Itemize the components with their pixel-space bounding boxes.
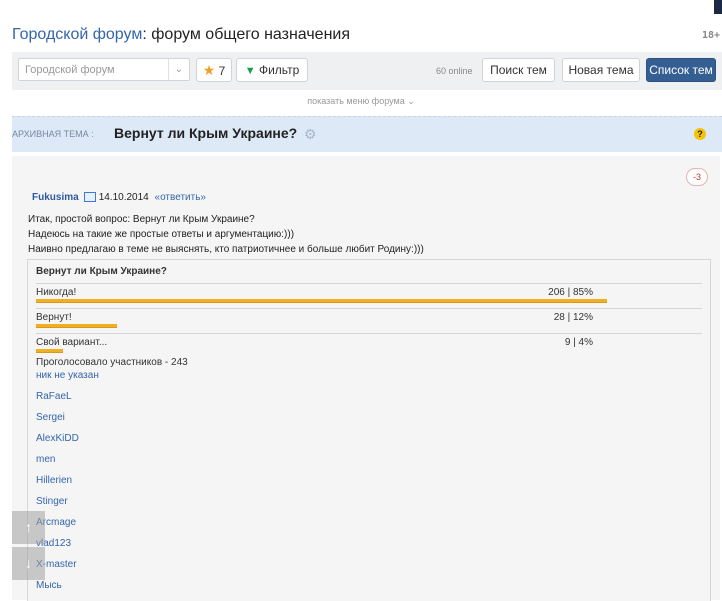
favorites-button[interactable]: ★ 7 [196,58,232,82]
archive-label: АРХИВНАЯ ТЕМА : [12,129,94,139]
post-body: Итак, простой вопрос: Вернут ли Крым Укр… [28,212,424,257]
forum-subtitle: форум общего назначения [151,26,351,43]
voter-link[interactable]: men [36,454,55,465]
age-badge: 18+ [701,30,720,41]
voter-link[interactable]: Hillerien [36,475,72,486]
poll-option: Вернут! 28 | 12% [36,308,702,331]
show-forum-menu-label: показать меню форума [307,96,405,106]
voter-link[interactable]: ник не указан [36,370,99,381]
poll-question: Вернут ли Крым Украине? [36,266,167,277]
corner-box [714,0,722,14]
poll-option-bar [36,299,607,303]
arrow-up-icon[interactable]: ↑ [12,511,45,544]
online-count: 60 online [436,66,473,76]
filter-label: Фильтр [258,63,300,77]
post-rating[interactable]: -3 [686,168,708,186]
voter-link[interactable]: Мысь [36,580,62,591]
poll-option-bar [36,349,63,353]
page-title: Городской форум: форум общего назначения [12,26,350,43]
search-topics-button[interactable]: Поиск тем [482,58,555,82]
poll-option: Свой вариант... 9 | 4% [36,333,702,356]
forum-select-value: Городской форум [25,64,115,76]
chevron-down-icon: ⌄ [407,96,415,106]
help-icon[interactable]: ? [694,128,706,140]
filter-icon: ▼ [244,65,256,77]
chevron-down-icon: ⌄ [168,59,189,80]
poll-option-result: 206 | 85% [548,287,593,298]
voter-link[interactable]: AlexKiDD [36,433,79,444]
star-icon: ★ [202,62,216,78]
title-separator: : [142,26,147,43]
voter-link[interactable]: Sergei [36,412,65,423]
post-date: 14.10.2014 [98,192,149,203]
post-author[interactable]: Fukusima [32,192,79,203]
post-line: Наивно предлагаю в теме не выяснять, кто… [28,244,424,255]
post-meta: Fukusima 14.10.2014 «ответить» [32,192,206,203]
voter-link[interactable]: RaFaeL [36,391,72,402]
poll-option-result: 9 | 4% [564,337,593,348]
post: -3 Fukusima 14.10.2014 «ответить» Итак, п… [12,156,720,601]
arrow-down-icon[interactable]: ↓ [12,547,45,580]
forum-select[interactable]: Городской форум ⌄ [18,58,190,81]
topic-header: АРХИВНАЯ ТЕМА : Вернут ли Крым Украине? … [12,116,722,152]
poll: Вернут ли Крым Украине? Никогда! 206 | 8… [27,259,711,601]
voter-link[interactable]: Stinger [36,496,68,507]
poll-option-result: 28 | 12% [553,312,593,323]
gear-icon[interactable]: ⚙ [304,126,317,143]
poll-option: Никогда! 206 | 85% [36,283,702,306]
forum-link[interactable]: Городской форум [12,26,142,43]
topic-list-button[interactable]: Список тем [646,58,716,82]
post-line: Итак, простой вопрос: Вернут ли Крым Укр… [28,214,255,225]
topic-title: Вернут ли Крым Украине? [114,125,298,141]
post-line: Надеюсь на такие же простые ответы и арг… [28,229,295,240]
new-topic-button[interactable]: Новая тема [562,58,640,82]
page-header: Городской форум: форум общего назначения… [12,26,720,46]
show-forum-menu-link[interactable]: показать меню форума ⌄ [0,96,722,107]
mail-icon[interactable] [83,192,96,203]
filter-button[interactable]: ▼ Фильтр [236,58,308,82]
toolbar: Городской форум ⌄ ★ 7 ▼ Фильтр 60 online… [12,52,722,90]
reply-link[interactable]: «ответить» [155,192,206,203]
favorites-count: 7 [218,64,226,78]
poll-voted-count: Проголосовало участников - 243 [36,357,188,368]
poll-option-bar [36,324,117,328]
